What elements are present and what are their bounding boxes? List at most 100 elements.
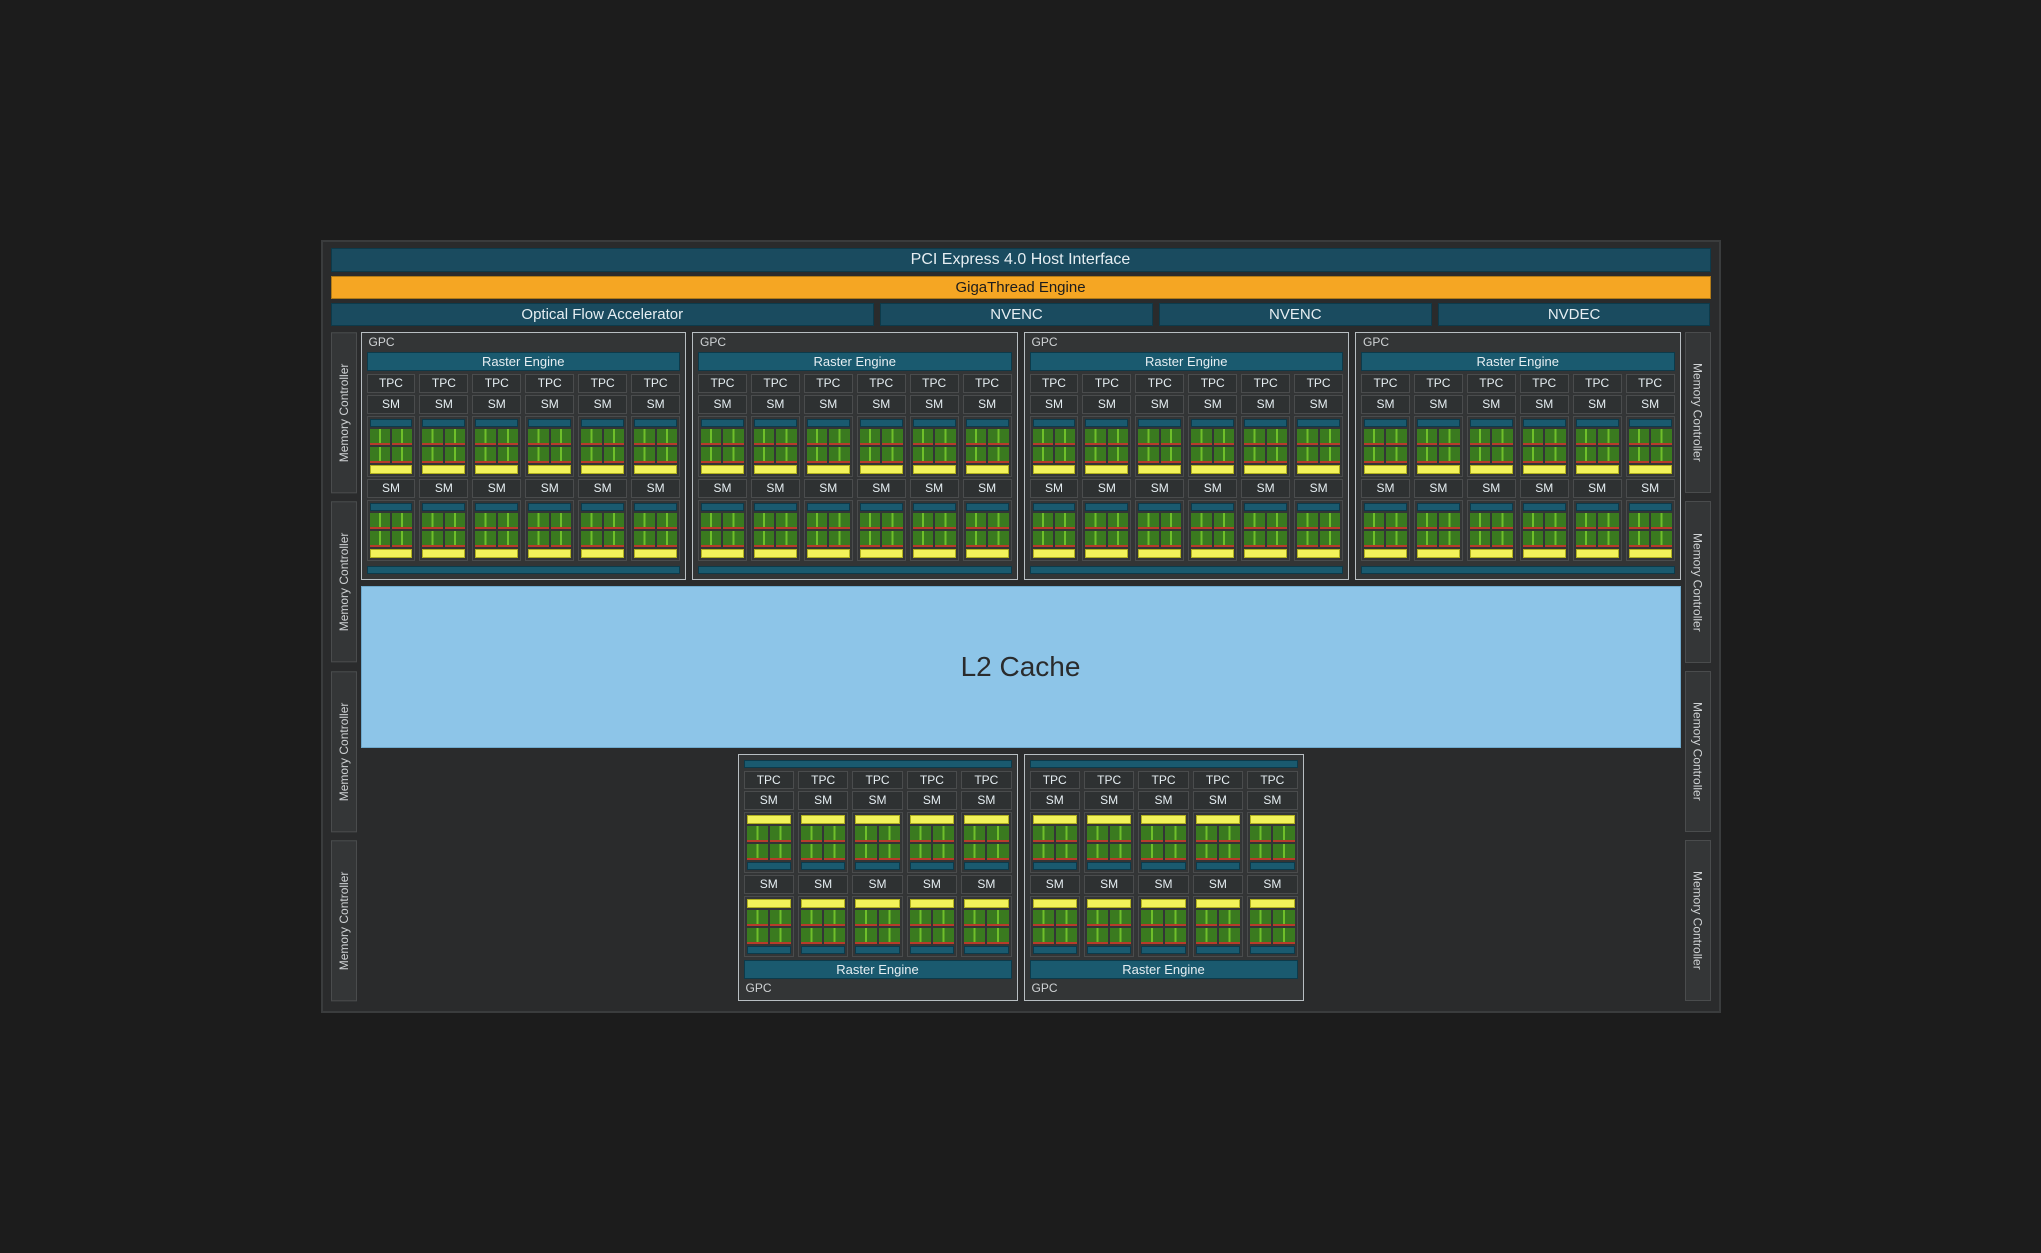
alu-block: [1417, 531, 1437, 547]
sm-teal-strip: [370, 419, 413, 427]
sm-yellow-bar: [1191, 465, 1234, 474]
alu-block: [776, 429, 796, 445]
sm-alu-row: [801, 844, 845, 860]
alu-block: [913, 513, 933, 529]
sm-yellow-bar: [855, 899, 899, 908]
tpc-column: SMSMTPC: [907, 771, 957, 957]
gpc-label: GPC: [698, 336, 1012, 349]
alu-block: [392, 447, 412, 463]
sm-alu-row: [1138, 429, 1181, 445]
alu-block: [1196, 844, 1217, 860]
alu-block: [754, 447, 774, 463]
sm-alu-row: [1087, 826, 1131, 842]
tpc-header: TPC: [367, 374, 416, 393]
alu-block: [747, 826, 768, 842]
alu-block: [604, 429, 624, 445]
sm-alu-row: [1191, 447, 1234, 463]
pci-express-bar: PCI Express 4.0 Host Interface: [331, 248, 1711, 272]
sm-yellow-bar: [634, 549, 677, 558]
sm-teal-strip: [754, 419, 797, 427]
alu-block: [1651, 513, 1671, 529]
alu-block: [1138, 531, 1158, 547]
sm-yellow-bar: [475, 465, 518, 474]
sm-yellow-bar: [1364, 465, 1407, 474]
sm-alu-row: [370, 429, 413, 445]
alu-block: [1320, 429, 1340, 445]
alu-block: [1576, 513, 1596, 529]
sm-alu-row: [1244, 447, 1287, 463]
alu-block: [882, 429, 902, 445]
sm-internals: [1247, 812, 1297, 873]
tpc-header: TPC: [961, 771, 1011, 790]
alu-block: [370, 447, 390, 463]
sm-internals: [1193, 896, 1243, 957]
tpc-column: SMSMTPC: [1247, 771, 1297, 957]
sm-yellow-bar: [1087, 899, 1131, 908]
sm-alu-row: [807, 447, 850, 463]
alu-block: [829, 531, 849, 547]
sm-header: SM: [698, 395, 747, 414]
sm-teal-strip: [1364, 419, 1407, 427]
sm-alu-row: [581, 513, 624, 529]
sm-teal-strip: [422, 419, 465, 427]
sm-header: SM: [1520, 479, 1569, 498]
sm-header: SM: [419, 479, 468, 498]
sm-teal-strip: [966, 503, 1009, 511]
sm-alu-row: [1470, 531, 1513, 547]
alu-block: [1297, 429, 1317, 445]
sm-header: SM: [1467, 395, 1516, 414]
gpc-block: GPCRaster EngineTPCSMSMTPCSMSMTPCSMSMTPC…: [692, 332, 1018, 580]
alu-block: [701, 513, 721, 529]
alu-block: [770, 844, 791, 860]
sm-alu-row: [1196, 928, 1240, 944]
alu-block: [498, 429, 518, 445]
alu-block: [1417, 429, 1437, 445]
alu-block: [475, 531, 495, 547]
sm-yellow-bar: [1250, 815, 1294, 824]
alu-block: [933, 826, 954, 842]
tpc-header: TPC: [1247, 771, 1297, 790]
sm-alu-row: [701, 513, 744, 529]
alu-block: [1386, 513, 1406, 529]
sm-header: SM: [1082, 395, 1131, 414]
sm-header: SM: [1414, 479, 1463, 498]
alu-block: [370, 513, 390, 529]
sm-yellow-bar: [422, 465, 465, 474]
raster-engine: Raster Engine: [1030, 352, 1344, 371]
sm-yellow-bar: [855, 815, 899, 824]
alu-block: [824, 844, 845, 860]
sm-teal-strip: [747, 946, 791, 954]
sm-alu-row: [1138, 531, 1181, 547]
alu-block: [1214, 513, 1234, 529]
alu-block: [776, 447, 796, 463]
sm-yellow-bar: [1523, 549, 1566, 558]
alu-block: [1161, 531, 1181, 547]
gpc-block: GPCRaster EngineTPCSMSMTPCSMSMTPCSMSMTPC…: [1024, 332, 1350, 580]
alu-block: [1214, 531, 1234, 547]
alu-block: [551, 531, 571, 547]
nvenc-block-1: NVENC: [880, 303, 1153, 326]
sm-alu-row: [1033, 826, 1077, 842]
alu-block: [879, 910, 900, 926]
tpc-header: TPC: [857, 374, 906, 393]
sm-header: SM: [1135, 479, 1184, 498]
tpc-column: TPCSMSM: [857, 374, 906, 560]
tpc-column: SMSMTPC: [961, 771, 1011, 957]
sm-header: SM: [419, 395, 468, 414]
sm-alu-row: [370, 531, 413, 547]
sm-internals: [961, 812, 1011, 873]
alu-block: [1364, 513, 1384, 529]
gpc-foot-strip: [698, 566, 1012, 574]
sm-alu-row: [581, 447, 624, 463]
alu-block: [1087, 910, 1108, 926]
tpc-column: TPCSMSM: [578, 374, 627, 560]
sm-internals: [1030, 500, 1079, 561]
sm-yellow-bar: [581, 465, 624, 474]
alu-block: [807, 447, 827, 463]
alu-block: [1364, 531, 1384, 547]
alu-block: [581, 429, 601, 445]
sm-header: SM: [1082, 479, 1131, 498]
sm-alu-row: [964, 844, 1008, 860]
sm-alu-row: [1196, 844, 1240, 860]
tpc-header: TPC: [1241, 374, 1290, 393]
